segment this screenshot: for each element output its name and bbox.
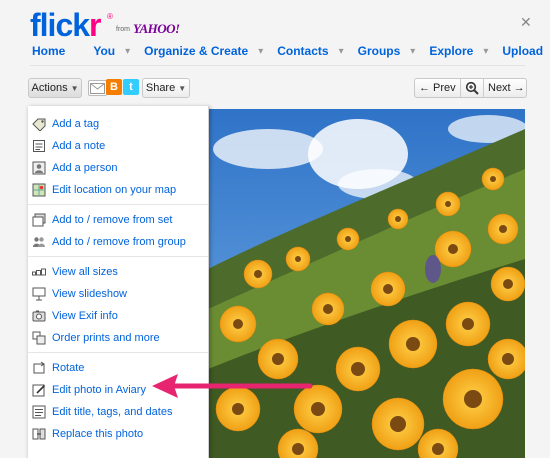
annotation-arrow-icon xyxy=(152,374,313,398)
divider xyxy=(483,79,484,97)
chevron-down-icon[interactable]: ▾ xyxy=(258,46,263,57)
main-photo[interactable] xyxy=(208,109,525,458)
chevron-down-icon: ▼ xyxy=(178,84,187,93)
yahoo-logo: YAHOO! xyxy=(133,21,180,36)
nav-you[interactable]: You xyxy=(93,44,115,58)
rotate-icon xyxy=(33,361,45,374)
set-icon xyxy=(32,213,46,227)
twitter-icon[interactable]: t xyxy=(123,79,139,95)
group-icon xyxy=(33,237,45,247)
menu-item-edit-location[interactable]: Edit location on your map xyxy=(28,181,208,199)
menu-item-label: Add a tag xyxy=(52,118,100,130)
prints-icon xyxy=(32,331,46,345)
logo-from-text: from xyxy=(116,26,130,33)
note-icon xyxy=(33,140,45,152)
prev-button[interactable]: ← Prev xyxy=(419,79,456,97)
menu-item-label: View all sizes xyxy=(52,266,118,278)
aviary-edit-icon xyxy=(32,384,46,397)
menu-item-label: Order prints and more xyxy=(52,332,160,344)
photo-navigation: ← Prev Next → xyxy=(414,78,527,98)
divider xyxy=(460,79,461,97)
nav-groups[interactable]: Groups xyxy=(358,44,401,58)
share-label: Share xyxy=(145,82,176,94)
edit-title-icon xyxy=(32,405,46,419)
logo-registered-mark: ® xyxy=(107,12,113,21)
menu-item-view-slideshow[interactable]: View slideshow xyxy=(28,285,208,303)
menu-item-label: Add to / remove from group xyxy=(52,236,186,248)
chevron-down-icon[interactable]: ▾ xyxy=(339,46,344,57)
slideshow-icon xyxy=(32,287,46,301)
menu-item-view-all-sizes[interactable]: View all sizes xyxy=(28,263,208,281)
menu-item-view-exif[interactable]: View Exif info xyxy=(28,307,208,325)
menu-item-label: Rotate xyxy=(52,362,85,374)
nav-upload[interactable]: Upload xyxy=(502,44,543,58)
chevron-down-icon[interactable]: ▾ xyxy=(483,46,488,57)
chevron-down-icon: ▼ xyxy=(70,84,79,93)
menu-item-label: Add a person xyxy=(52,162,118,174)
tag-icon xyxy=(32,118,46,131)
replace-icon xyxy=(32,428,46,440)
exif-icon xyxy=(32,310,46,322)
logo-text-pink: r xyxy=(89,7,101,43)
actions-button[interactable]: Actions ▼ xyxy=(28,78,82,98)
menu-divider xyxy=(28,256,208,257)
menu-item-replace-photo[interactable]: Replace this photo xyxy=(28,425,208,443)
menu-item-order-prints[interactable]: Order prints and more xyxy=(28,329,208,347)
menu-item-add-person[interactable]: Add a person xyxy=(28,159,208,177)
logo-text-blue: flick xyxy=(30,7,90,43)
blogger-icon[interactable]: B xyxy=(106,79,122,95)
menu-item-add-to-set[interactable]: Add to / remove from set xyxy=(28,211,208,229)
menu-item-label: Edit location on your map xyxy=(52,184,177,196)
sizes-icon xyxy=(32,268,46,276)
menu-divider xyxy=(28,352,208,353)
next-button[interactable]: Next → xyxy=(488,79,525,97)
menu-item-label: View Exif info xyxy=(52,310,118,322)
menu-item-edit-title-tags-dates[interactable]: Edit title, tags, and dates xyxy=(28,403,208,421)
menu-item-add-to-group[interactable]: Add to / remove from group xyxy=(28,233,208,251)
email-share-icon[interactable] xyxy=(88,80,107,96)
menu-item-label: Add to / remove from set xyxy=(52,214,173,226)
share-button[interactable]: Share ▼ xyxy=(142,78,190,98)
flickr-logo[interactable]: flickr xyxy=(30,7,102,43)
nav-home[interactable]: Home xyxy=(32,44,65,58)
main-nav: Home You ▾ Organize & Create ▾ Contacts ▾ G… xyxy=(32,43,543,59)
menu-item-add-tag[interactable]: Add a tag xyxy=(28,115,208,133)
chevron-down-icon[interactable]: ▾ xyxy=(410,46,415,57)
menu-item-label: Edit photo in Aviary xyxy=(52,384,146,396)
actions-label: Actions xyxy=(31,82,68,94)
nav-explore[interactable]: Explore xyxy=(429,44,473,58)
menu-item-label: Replace this photo xyxy=(52,428,144,440)
nav-organize-create[interactable]: Organize & Create xyxy=(144,44,248,58)
nav-contacts[interactable]: Contacts xyxy=(277,44,328,58)
nav-divider xyxy=(30,65,525,66)
menu-item-label: Edit title, tags, and dates xyxy=(52,406,173,418)
map-icon xyxy=(32,183,46,197)
chevron-down-icon[interactable]: ▾ xyxy=(125,46,130,57)
menu-divider xyxy=(28,204,208,205)
actions-menu: Add a tag Add a note Add a person Edit l… xyxy=(28,106,209,458)
close-icon[interactable]: ✕ xyxy=(520,14,532,31)
menu-item-label: Add a note xyxy=(52,140,106,152)
menu-item-add-note[interactable]: Add a note xyxy=(28,137,208,155)
person-icon xyxy=(32,161,46,175)
menu-item-label: View slideshow xyxy=(52,288,128,300)
zoom-icon[interactable] xyxy=(465,81,479,95)
